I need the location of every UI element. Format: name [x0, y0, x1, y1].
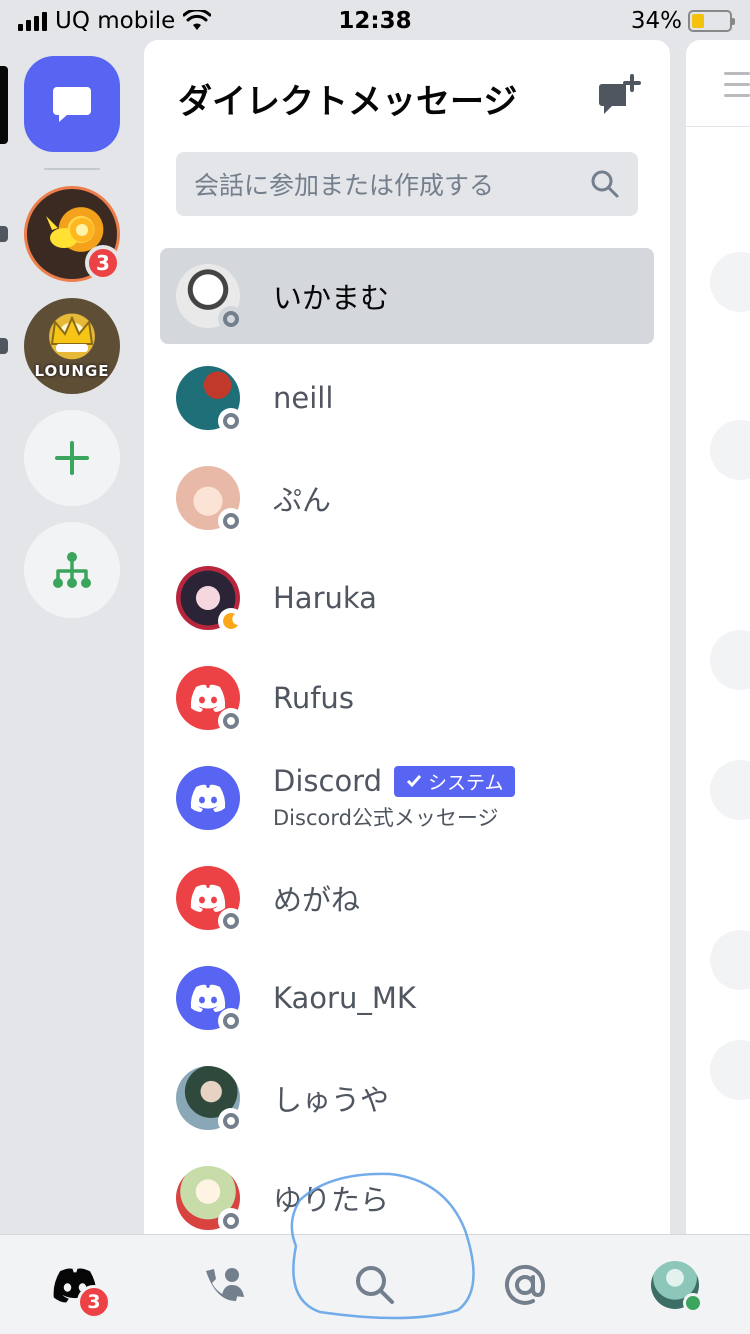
at-sign-icon	[505, 1264, 546, 1305]
checkmark-icon	[406, 775, 422, 788]
offline-status-icon	[218, 1208, 244, 1234]
discord-logo-icon	[190, 984, 226, 1012]
menu-icon	[724, 72, 750, 105]
friends-icon	[206, 1267, 244, 1301]
avatar	[176, 1066, 244, 1134]
server-lounge-label: LOUNGE	[34, 362, 110, 380]
message-avatar-placeholder	[710, 760, 750, 820]
dm-row-kaoru[interactable]: Kaoru_MK	[160, 948, 654, 1048]
idle-status-icon	[218, 608, 244, 634]
system-badge-label: システム	[428, 771, 504, 794]
dm-row-yuritara[interactable]: ゆりたら	[160, 1148, 654, 1234]
avatar	[176, 766, 240, 830]
status-bar: UQ mobile 12:38 34%	[0, 0, 750, 42]
selected-indicator	[0, 66, 8, 144]
online-status-icon	[683, 1292, 703, 1313]
server-icon-pikachu[interactable]: 3	[24, 186, 121, 282]
avatar	[176, 966, 244, 1034]
new-group-dm-button[interactable]	[596, 74, 642, 120]
offline-status-icon	[218, 408, 244, 434]
chat-panel-peek[interactable]	[686, 40, 750, 1234]
direct-messages-button[interactable]	[24, 56, 120, 152]
message-avatar-placeholder	[710, 630, 750, 690]
avatar	[176, 666, 244, 734]
unread-indicator	[0, 226, 8, 242]
dm-name: ゆりたら	[273, 1183, 390, 1217]
discord-logo-icon	[190, 784, 226, 812]
avatar	[176, 1166, 244, 1234]
chat-header-divider	[686, 126, 750, 127]
search-icon	[356, 1265, 394, 1304]
dm-name: Kaoru_MK	[273, 981, 416, 1015]
discord-logo-icon	[190, 684, 226, 712]
offline-status-icon	[218, 1008, 244, 1034]
offline-status-icon	[218, 708, 244, 734]
chat-bubble-icon	[53, 87, 91, 122]
new-message-icon	[599, 74, 641, 114]
dm-row-ikamamu[interactable]: いかまむ	[160, 248, 654, 344]
dm-row-pun[interactable]: ぷん	[160, 448, 654, 548]
dm-name: Rufus	[273, 681, 354, 715]
page-title: ダイレクトメッセージ	[178, 82, 518, 122]
avatar	[176, 264, 244, 332]
dm-row-shuya[interactable]: しゅうや	[160, 1048, 654, 1148]
conversation-list: いかまむ neill ぷん Haruka Rufus Discord システム …	[160, 248, 654, 1234]
explore-servers-button[interactable]	[24, 522, 120, 618]
signal-icon	[18, 11, 47, 31]
system-badge: システム	[394, 765, 516, 797]
dm-name: ぷん	[273, 483, 332, 517]
add-server-button[interactable]	[24, 410, 120, 506]
search-placeholder: 会話に参加または作成する	[194, 171, 495, 200]
message-avatar-placeholder	[710, 420, 750, 480]
server-icon-lounge[interactable]: LOUNGE	[24, 298, 120, 394]
dm-row-neill[interactable]: neill	[160, 348, 654, 448]
home-unread-badge: 3	[77, 1284, 111, 1319]
server-unread-badge: 3	[85, 245, 121, 281]
avatar	[176, 366, 244, 434]
discord-logo-icon	[190, 884, 226, 912]
offline-status-icon	[218, 306, 244, 332]
dm-subtitle: Discord公式メッセージ	[273, 806, 499, 830]
battery-icon	[688, 10, 735, 32]
dm-name: めがね	[273, 883, 361, 917]
tab-friends[interactable]	[185, 1245, 265, 1325]
message-avatar-placeholder	[710, 930, 750, 990]
dm-row-megane[interactable]: めがね	[160, 848, 654, 948]
battery-level	[692, 14, 705, 28]
dm-name: Discord	[273, 764, 383, 798]
bottom-tab-bar: 3	[0, 1234, 750, 1334]
avatar	[176, 566, 244, 634]
message-avatar-placeholder	[710, 252, 750, 312]
offline-status-icon	[218, 1108, 244, 1134]
battery-percent: 34%	[630, 8, 682, 34]
tab-profile[interactable]	[635, 1245, 715, 1325]
conversation-search[interactable]: 会話に参加または作成する	[176, 152, 638, 216]
avatar	[651, 1260, 703, 1313]
search-icon	[591, 170, 619, 198]
dm-name: Haruka	[273, 581, 377, 615]
offline-status-icon	[218, 508, 244, 534]
server-rail: 3 LOUNGE	[0, 42, 144, 1234]
tab-search[interactable]	[335, 1245, 415, 1325]
tab-mentions[interactable]	[485, 1245, 565, 1325]
dm-name: しゅうや	[273, 1083, 390, 1117]
offline-status-icon	[218, 908, 244, 934]
wifi-icon	[183, 10, 212, 30]
plus-icon	[55, 441, 89, 475]
message-avatar-placeholder	[710, 1040, 750, 1100]
avatar	[176, 866, 244, 934]
crown-icon	[50, 315, 94, 352]
direct-messages-panel: ダイレクトメッセージ 会話に参加または作成する いかまむ neill ぷん Ha…	[144, 40, 670, 1234]
dm-row-discord[interactable]: Discord システム Discord公式メッセージ	[160, 748, 654, 848]
avatar	[176, 466, 244, 534]
tab-home[interactable]: 3	[35, 1245, 115, 1325]
rail-divider	[44, 168, 100, 170]
dm-name: いかまむ	[273, 281, 390, 315]
dm-row-rufus[interactable]: Rufus	[160, 648, 654, 748]
dm-row-haruka[interactable]: Haruka	[160, 548, 654, 648]
dm-name: neill	[273, 381, 334, 415]
unread-indicator	[0, 338, 8, 354]
carrier-label: UQ mobile	[55, 8, 176, 34]
hierarchy-icon	[53, 552, 91, 588]
